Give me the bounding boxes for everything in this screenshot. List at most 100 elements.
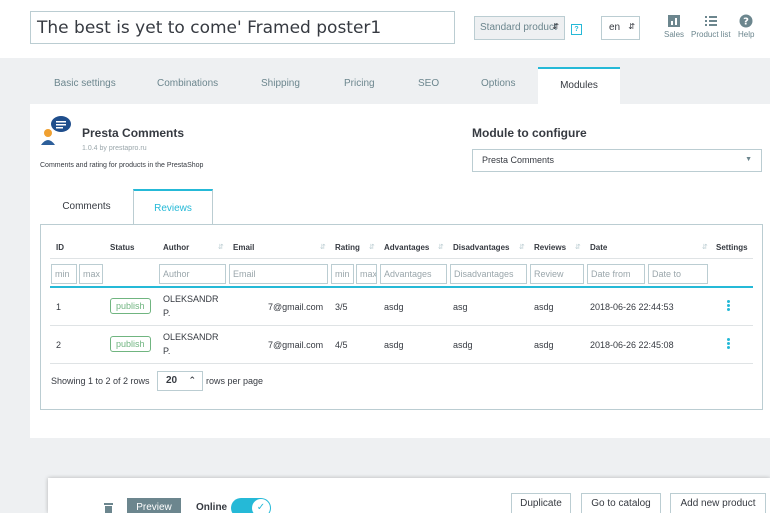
module-configure-title: Module to configure <box>472 126 587 140</box>
product-type-select[interactable]: Standard product ⇵ <box>474 16 565 40</box>
sort-icon[interactable]: ⇵ <box>702 243 708 251</box>
cell-disadvantages: asdg <box>453 340 473 350</box>
sort-icon[interactable]: ⇵ <box>320 243 326 251</box>
module-description: Comments and rating for products in the … <box>40 162 204 169</box>
check-icon: ✓ <box>252 499 270 513</box>
preview-button[interactable]: Preview <box>127 498 181 513</box>
add-new-product-button[interactable]: Add new product <box>670 493 766 513</box>
sort-icon[interactable]: ⇵ <box>519 243 525 251</box>
row-divider <box>50 363 753 364</box>
rows-per-page-select[interactable]: 20 ⌃ <box>157 371 203 391</box>
column-header-id[interactable]: ID <box>56 243 64 252</box>
language-value: en <box>609 22 621 33</box>
module-version: 1.0.4 by prestapro.ru <box>82 145 147 152</box>
row-divider <box>50 325 753 326</box>
pagination-summary: Showing 1 to 2 of 2 rows <box>51 376 150 386</box>
help-icon[interactable]: ? <box>571 24 582 35</box>
sales-tool[interactable]: Sales <box>664 14 684 39</box>
status-badge[interactable]: publish <box>110 336 151 352</box>
sort-icon[interactable]: ⇵ <box>438 243 444 251</box>
help-icon: ? <box>739 14 753 28</box>
svg-text:?: ? <box>743 17 749 28</box>
module-name: Presta Comments <box>82 126 185 140</box>
tab-pricing[interactable]: Pricing <box>344 67 375 104</box>
subtab-comments[interactable]: Comments <box>40 189 133 225</box>
select-arrows-icon: ⇵ <box>628 22 635 31</box>
duplicate-button[interactable]: Duplicate <box>511 493 571 513</box>
cell-disadvantages: asg <box>453 302 468 312</box>
cell-author-initial: P. <box>163 346 171 356</box>
chevron-up-icon: ⌃ <box>188 375 196 385</box>
filter-email[interactable]: Email <box>229 264 328 284</box>
help-tool[interactable]: ? Help <box>738 14 754 39</box>
online-label: Online <box>196 502 228 513</box>
column-header-status[interactable]: Status <box>110 243 134 252</box>
tab-combinations[interactable]: Combinations <box>157 67 218 104</box>
tab-options[interactable]: Options <box>481 67 515 104</box>
subtab-reviews[interactable]: Reviews <box>133 189 213 225</box>
module-configure-select[interactable]: Presta Comments ▼ <box>472 149 762 172</box>
module-configure-value: Presta Comments <box>482 155 555 165</box>
chart-icon <box>668 15 680 27</box>
go-to-catalog-button[interactable]: Go to catalog <box>581 493 661 513</box>
column-header-advantages[interactable]: Advantages <box>384 243 429 252</box>
filter-disadvantages[interactable]: Disadvantages <box>450 264 527 284</box>
filter-review[interactable]: Review <box>530 264 584 284</box>
filter-date-to[interactable]: Date to <box>648 264 708 284</box>
cell-email: 7@gmail.com <box>268 302 324 312</box>
cell-reviews: asdg <box>534 340 554 350</box>
filter-divider <box>50 286 753 288</box>
cell-id: 2 <box>56 340 62 350</box>
help-label: Help <box>738 30 755 39</box>
status-badge[interactable]: publish <box>110 298 151 314</box>
column-header-rating[interactable]: Rating <box>335 243 360 252</box>
sort-icon[interactable]: ⇵ <box>575 243 581 251</box>
cell-author: OLEKSANDR <box>163 294 219 304</box>
cell-reviews: asdg <box>534 302 554 312</box>
filter-id-max[interactable]: max <box>79 264 103 284</box>
header-divider <box>50 258 753 259</box>
language-select[interactable]: en ⇵ <box>601 16 640 40</box>
rows-per-page-value: 20 <box>166 375 178 386</box>
filter-advantages[interactable]: Advantages <box>380 264 447 284</box>
column-header-email[interactable]: Email <box>233 243 254 252</box>
select-arrows-icon: ⇵ <box>552 22 559 31</box>
tab-seo[interactable]: SEO <box>418 67 439 104</box>
cell-advantages: asdg <box>384 340 404 350</box>
sort-icon[interactable]: ⇵ <box>218 243 224 251</box>
column-header-reviews[interactable]: Reviews <box>534 243 566 252</box>
cell-advantages: asdg <box>384 302 404 312</box>
sort-icon[interactable]: ⇵ <box>369 243 375 251</box>
cell-email: 7@gmail.com <box>268 340 324 350</box>
product-name-input[interactable]: The best is yet to come' Framed poster1 <box>30 11 455 44</box>
column-header-author[interactable]: Author <box>163 243 189 252</box>
cell-author: OLEKSANDR <box>163 332 219 342</box>
filter-date-from[interactable]: Date from <box>587 264 645 284</box>
trash-icon[interactable] <box>104 503 113 513</box>
cell-rating: 4/5 <box>335 340 348 350</box>
filter-rating-max[interactable]: max <box>356 264 377 284</box>
column-header-settings: Settings <box>716 243 748 252</box>
row-actions-icon[interactable] <box>727 338 730 350</box>
product-list-label: Product list <box>691 30 731 39</box>
tab-modules[interactable]: Modules <box>538 67 620 104</box>
online-toggle[interactable]: ✓ <box>231 498 271 513</box>
row-actions-icon[interactable] <box>727 300 730 312</box>
column-header-disadvantages[interactable]: Disadvantages <box>453 243 509 252</box>
product-type-value: Standard product <box>480 22 557 33</box>
cell-date: 2018-06-26 22:44:53 <box>590 302 674 312</box>
filter-author[interactable]: Author <box>159 264 226 284</box>
tab-basic-settings[interactable]: Basic settings <box>54 67 116 104</box>
caret-down-icon: ▼ <box>745 156 752 163</box>
sales-label: Sales <box>664 30 685 39</box>
filter-rating-min[interactable]: min <box>331 264 354 284</box>
rows-per-page-label: rows per page <box>206 376 264 386</box>
tab-shipping[interactable]: Shipping <box>261 67 300 104</box>
filter-id-min[interactable]: min <box>51 264 77 284</box>
product-tabs: Basic settings Combinations Shipping Pri… <box>30 67 770 104</box>
column-header-date[interactable]: Date <box>590 243 607 252</box>
cell-id: 1 <box>56 302 62 312</box>
cell-rating: 3/5 <box>335 302 348 312</box>
product-list-tool[interactable]: Product list <box>691 14 731 39</box>
cell-author-initial: P. <box>163 308 171 318</box>
